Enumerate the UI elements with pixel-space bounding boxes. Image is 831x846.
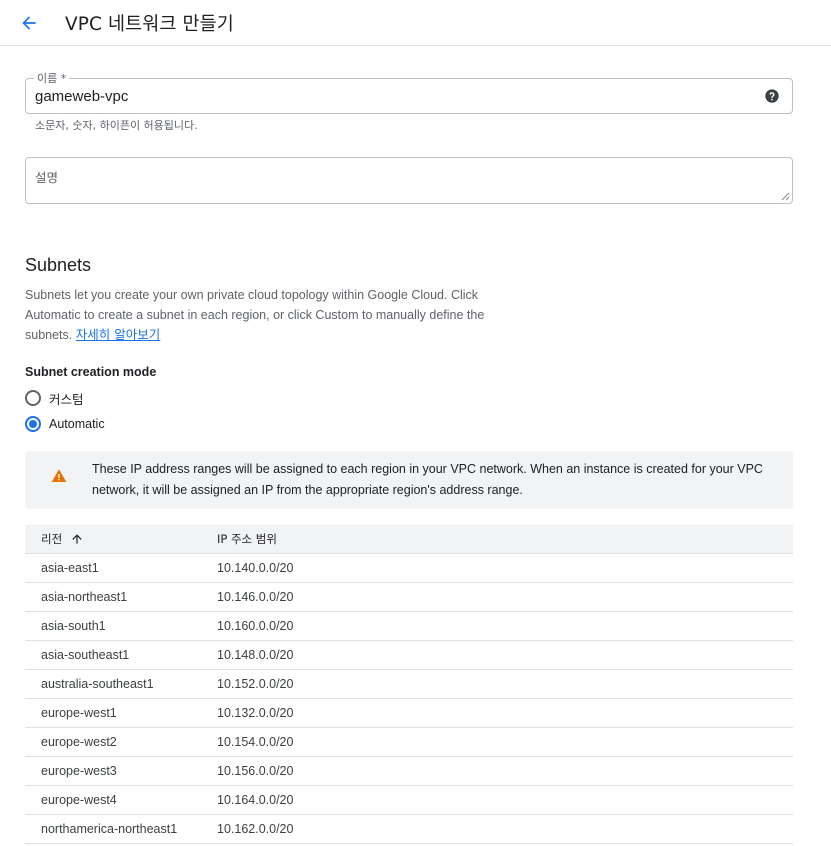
table-header: 리전 IP 주소 범위 — [25, 525, 793, 554]
region-cell: europe-west4 — [41, 793, 117, 807]
page-title: VPC 네트워크 만들기 — [65, 14, 234, 35]
ip-range-cell: 10.132.0.0/20 — [217, 706, 294, 720]
table-row: northamerica-northeast1 10.162.0.0/20 — [25, 815, 793, 844]
learn-more-link[interactable]: 자세히 알아보기 — [76, 327, 160, 342]
region-cell: asia-southeast1 — [41, 648, 130, 662]
region-cell: asia-south1 — [41, 619, 106, 633]
page-header: VPC 네트워크 만들기 — [0, 0, 831, 46]
table-row: europe-west4 10.164.0.0/20 — [25, 786, 793, 815]
column-header-ip-range: IP 주소 범위 — [217, 532, 277, 546]
ip-range-cell: 10.162.0.0/20 — [217, 822, 294, 836]
radio-automatic[interactable]: Automatic — [25, 414, 105, 434]
table-row: europe-west2 10.154.0.0/20 — [25, 728, 793, 757]
ip-range-cell: 10.154.0.0/20 — [217, 735, 294, 749]
radio-automatic-circle[interactable] — [25, 416, 41, 432]
warning-text: These IP address ranges will be assigned… — [92, 462, 763, 497]
radio-automatic-label: Automatic — [49, 417, 105, 431]
region-cell: europe-west3 — [41, 764, 117, 778]
name-field-label: 이름 * — [34, 70, 70, 86]
name-field-hint: 소문자, 숫자, 하이픈이 허용됩니다. — [35, 119, 198, 132]
arrow-up-icon[interactable] — [70, 532, 84, 546]
ip-range-cell: 10.164.0.0/20 — [217, 793, 294, 807]
help-circle-icon[interactable] — [764, 88, 780, 104]
ip-range-cell: 10.148.0.0/20 — [217, 648, 294, 662]
column-header-region[interactable]: 리전 — [41, 531, 84, 547]
region-cell: europe-west2 — [41, 735, 117, 749]
radio-custom[interactable]: 커스텀 — [25, 388, 84, 408]
warning-triangle-icon — [51, 469, 67, 482]
ip-range-cell: 10.146.0.0/20 — [217, 590, 294, 604]
description-placeholder: 설명 — [35, 170, 59, 185]
table-row: asia-south1 10.160.0.0/20 — [25, 612, 793, 641]
table-row: europe-west3 10.156.0.0/20 — [25, 757, 793, 786]
resize-grip-icon[interactable] — [781, 192, 790, 201]
arrow-left-icon — [22, 16, 36, 30]
name-field[interactable]: 이름 * gameweb-vpc — [25, 70, 793, 114]
table-row: europe-west1 10.132.0.0/20 — [25, 699, 793, 728]
name-field-value[interactable]: gameweb-vpc — [35, 88, 128, 105]
ip-range-cell: 10.160.0.0/20 — [217, 619, 294, 633]
table-row: asia-southeast1 10.148.0.0/20 — [25, 641, 793, 670]
region-cell: northamerica-northeast1 — [41, 822, 178, 836]
warning-banner: These IP address ranges will be assigned… — [25, 451, 793, 509]
ip-range-cell: 10.140.0.0/20 — [217, 561, 294, 575]
ip-range-cell: 10.156.0.0/20 — [217, 764, 294, 778]
radio-custom-label: 커스텀 — [49, 391, 84, 407]
ip-range-cell: 10.152.0.0/20 — [217, 677, 294, 691]
region-cell: australia-southeast1 — [41, 677, 154, 691]
back-button[interactable] — [14, 8, 44, 38]
description-field[interactable]: 설명 — [25, 157, 793, 204]
subnets-title: Subnets — [25, 255, 92, 275]
region-cell: asia-east1 — [41, 561, 99, 575]
radio-custom-circle[interactable] — [25, 390, 41, 406]
region-cell: asia-northeast1 — [41, 590, 128, 604]
region-cell: europe-west1 — [41, 706, 117, 720]
column-header-region-label: 리전 — [41, 532, 63, 546]
subnet-mode-label: Subnet creation mode — [25, 365, 157, 379]
table-row: asia-northeast1 10.146.0.0/20 — [25, 583, 793, 612]
table-row: australia-southeast1 10.152.0.0/20 — [25, 670, 793, 699]
subnet-table: 리전 IP 주소 범위 asia-east1 10.140.0.0/20 asi… — [25, 525, 793, 844]
subnets-description: Subnets let you create your own private … — [25, 285, 525, 345]
table-row: asia-east1 10.140.0.0/20 — [25, 554, 793, 583]
